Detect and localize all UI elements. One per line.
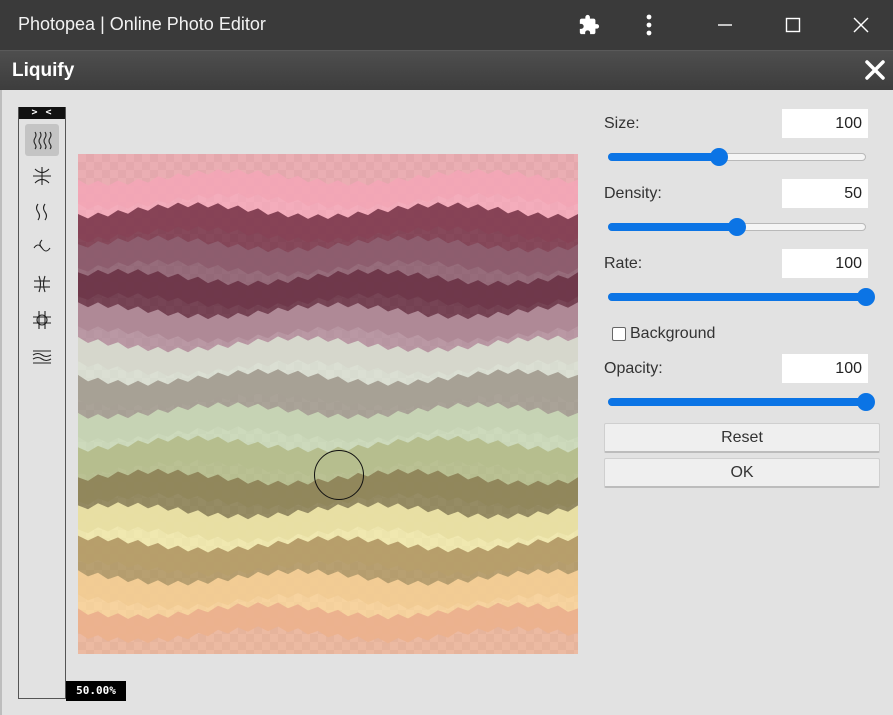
background-label: Background: [630, 325, 716, 342]
close-icon[interactable]: [861, 56, 889, 84]
minimize-icon[interactable]: [702, 0, 748, 50]
dialog-header: Liquify: [0, 50, 893, 90]
rate-slider-thumb[interactable]: [857, 288, 875, 306]
ok-button[interactable]: OK: [604, 458, 880, 488]
dialog-title: Liquify: [12, 60, 75, 81]
reconstruct-icon[interactable]: [25, 304, 59, 336]
opacity-slider[interactable]: [608, 392, 875, 412]
liquify-image: [78, 154, 578, 654]
density-slider-thumb[interactable]: [728, 218, 746, 236]
liquify-tool-panel: > <: [18, 107, 66, 699]
close-icon[interactable]: [838, 0, 884, 50]
size-slider-thumb[interactable]: [709, 148, 728, 166]
pucker-icon[interactable]: [25, 160, 59, 192]
bloat-icon[interactable]: [25, 232, 59, 264]
window-title: Photopea | Online Photo Editor: [18, 14, 266, 34]
background-option[interactable]: Background: [612, 323, 715, 345]
puzzle-icon[interactable]: [566, 0, 612, 50]
rate-label: Rate:: [604, 255, 643, 272]
size-control: Size:: [600, 105, 885, 167]
opacity-input[interactable]: [782, 354, 868, 383]
size-label: Size:: [604, 115, 640, 132]
background-checkbox[interactable]: [612, 327, 626, 341]
size-input[interactable]: [782, 109, 868, 138]
turbulence-icon[interactable]: [25, 340, 59, 372]
push-left-icon[interactable]: [25, 268, 59, 300]
app-title-bar: Photopea | Online Photo Editor: [0, 0, 893, 50]
density-input[interactable]: [782, 179, 868, 208]
opacity-label: Opacity:: [604, 360, 663, 377]
liquify-canvas[interactable]: [78, 154, 578, 654]
density-slider[interactable]: [608, 217, 866, 237]
more-vertical-icon[interactable]: [626, 0, 672, 50]
size-slider[interactable]: [608, 147, 866, 167]
rate-input[interactable]: [782, 249, 868, 278]
opacity-control: Opacity:: [600, 350, 885, 412]
forward-warp-icon[interactable]: [25, 124, 59, 156]
reset-button[interactable]: Reset: [604, 423, 880, 453]
rate-slider[interactable]: [608, 287, 875, 307]
twirl-icon[interactable]: [25, 196, 59, 228]
opacity-slider-thumb[interactable]: [857, 393, 875, 411]
zoom-level: 50.00%: [66, 681, 126, 701]
left-edge-divider: [0, 90, 2, 715]
maximize-icon[interactable]: [770, 0, 816, 50]
density-label: Density:: [604, 185, 662, 202]
panel-collapse-toggle[interactable]: > <: [19, 107, 65, 119]
density-control: Density:: [600, 175, 885, 237]
rate-control: Rate:: [600, 245, 885, 307]
